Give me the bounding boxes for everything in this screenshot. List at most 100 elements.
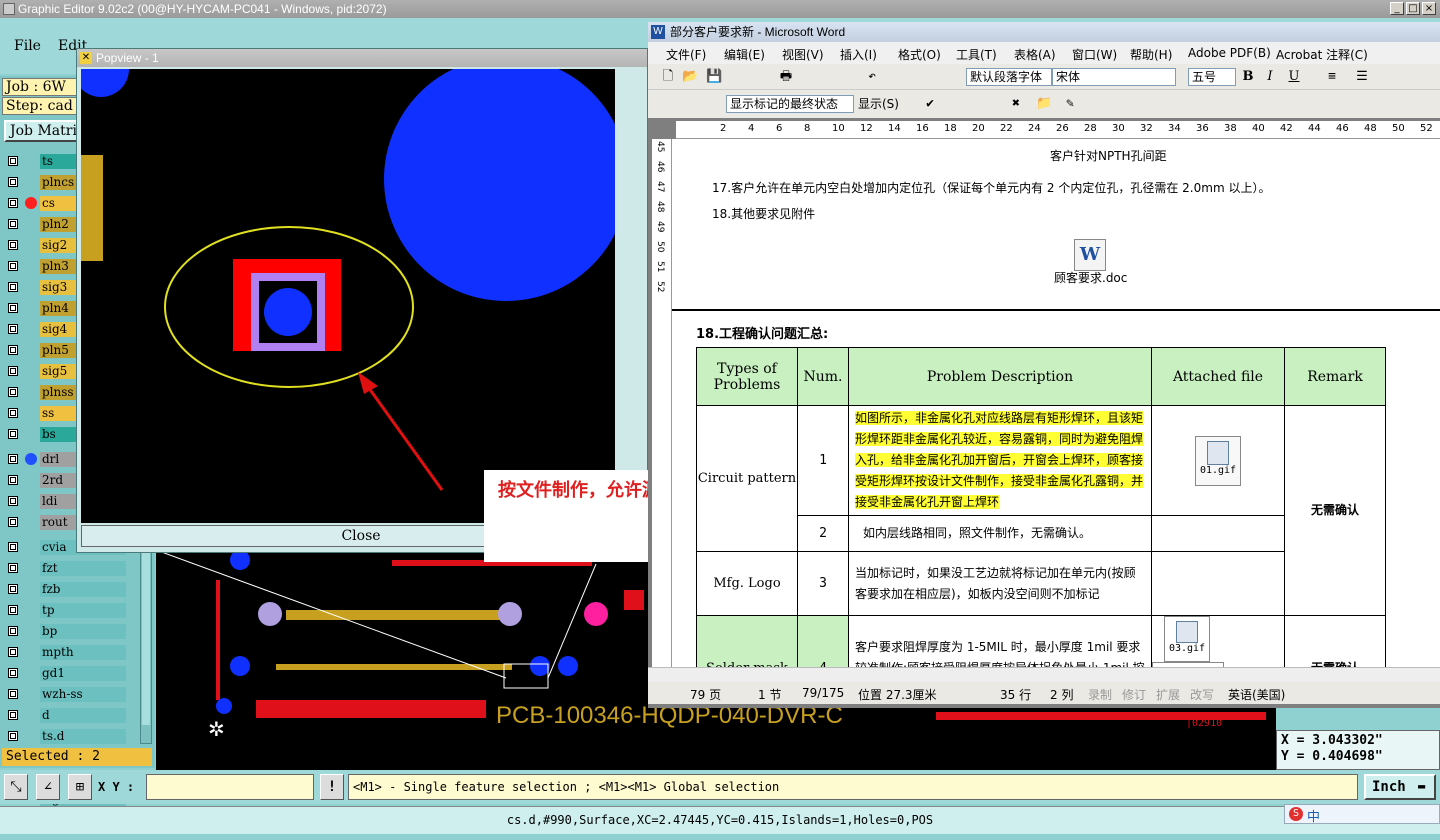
maximize-button[interactable]: □ (1406, 2, 1420, 15)
bold-icon[interactable]: B (1240, 69, 1256, 85)
layer-row-mpth[interactable]: mpth (6, 645, 126, 660)
word-menu-file[interactable]: 文件(F) (666, 46, 706, 63)
layer-name[interactable]: wzh-ss (40, 687, 126, 702)
layer-row-d[interactable]: d (6, 708, 126, 723)
layer-checkbox[interactable] (8, 324, 18, 334)
layer-checkbox[interactable] (8, 261, 18, 271)
layer-name[interactable]: fzt (40, 561, 126, 576)
layer-checkbox[interactable] (8, 496, 18, 506)
minimize-button[interactable]: _ (1390, 2, 1404, 15)
layer-row-bp[interactable]: bp (6, 624, 126, 639)
word-menu-insert[interactable]: 插入(I) (840, 46, 877, 63)
show-button[interactable]: 显示(S) (858, 95, 899, 112)
layer-checkbox[interactable] (8, 429, 18, 439)
horizontal-ruler[interactable]: 2 4 6 8 10 12 14 16 18 20 22 24 26 28 30 32 34 36 38 40 42 44… (676, 121, 1440, 139)
layer-checkbox[interactable] (8, 366, 18, 376)
word-menu-adobe-pdf[interactable]: Adobe PDF(B) (1188, 46, 1271, 60)
unit-select[interactable]: Inch ▬ (1364, 774, 1436, 800)
layer-name[interactable]: mpth (40, 645, 126, 660)
word-menu-table[interactable]: 表格(A) (1014, 46, 1056, 63)
layer-checkbox[interactable] (8, 542, 18, 552)
layer-checkbox[interactable] (8, 240, 18, 250)
save-icon[interactable]: 💾 (706, 69, 722, 85)
layer-name[interactable]: fzb (40, 582, 126, 597)
close-button[interactable]: × (1422, 2, 1436, 15)
layer-checkbox[interactable] (8, 219, 18, 229)
layer-checkbox[interactable] (8, 689, 18, 699)
word-hscroll[interactable] (648, 667, 1440, 682)
document-page[interactable]: 客户针对NPTH孔间距 17.客户允许在单元内空白处增加内定位孔（保证每个单元内… (672, 139, 1440, 667)
highlight-icon[interactable]: ✎ (1062, 96, 1078, 112)
table-cell-file[interactable]: 01.gif (1151, 405, 1285, 516)
layer-checkbox[interactable] (8, 156, 18, 166)
status-trk[interactable]: 修订 (1122, 686, 1146, 703)
gif-icon[interactable]: 03.gif (1164, 616, 1210, 662)
numbering-icon[interactable]: ☰ (1354, 69, 1370, 85)
word-menu-help[interactable]: 帮助(H) (1130, 46, 1172, 63)
layer-row-wzh-ss[interactable]: wzh-ss (6, 687, 126, 702)
word-menu-tools[interactable]: 工具(T) (956, 46, 997, 63)
italic-icon[interactable]: I (1262, 69, 1278, 85)
popview-canvas[interactable] (81, 69, 615, 523)
layer-checkbox[interactable] (8, 731, 18, 741)
accept-icon[interactable]: ✔ (922, 96, 938, 112)
word-doc-icon[interactable]: W (1074, 239, 1106, 271)
layer-name[interactable]: d (40, 708, 126, 723)
layer-checkbox[interactable] (8, 563, 18, 573)
measure-icon[interactable]: ∠ (36, 774, 60, 800)
layer-checkbox[interactable] (8, 626, 18, 636)
layer-checkbox[interactable] (8, 584, 18, 594)
xy-input[interactable] (146, 774, 314, 800)
layer-checkbox[interactable] (8, 475, 18, 485)
layer-checkbox[interactable] (8, 668, 18, 678)
layer-checkbox[interactable] (8, 647, 18, 657)
layer-checkbox[interactable] (8, 303, 18, 313)
folder-icon[interactable]: 📁 (1036, 96, 1052, 112)
layer-name[interactable]: bp (40, 624, 126, 639)
layer-row-tp[interactable]: tp (6, 603, 126, 618)
layer-row-gd1[interactable]: gd1 (6, 666, 126, 681)
new-icon[interactable]: 🗋 (660, 69, 676, 85)
layer-name[interactable]: gd1 (40, 666, 126, 681)
layer-checkbox[interactable] (8, 282, 18, 292)
style-combo[interactable]: 默认段落字体 (966, 68, 1052, 86)
align-icon[interactable]: ≡ (1324, 69, 1340, 85)
zoom-area-icon[interactable]: ⤡ (4, 774, 28, 800)
grid-icon[interactable]: ⊞ (68, 774, 92, 800)
undo-icon[interactable]: ↶ (864, 69, 880, 85)
layer-name[interactable]: ts.d (40, 729, 126, 744)
word-menu-view[interactable]: 视图(V) (782, 46, 824, 63)
layer-name[interactable]: tp (40, 603, 126, 618)
word-menu-format[interactable]: 格式(O) (898, 46, 941, 63)
layer-row-fzt[interactable]: fzt (6, 561, 126, 576)
status-ovr[interactable]: 改写 (1190, 686, 1214, 703)
track-changes-combo[interactable]: 显示标记的最终状态 (726, 95, 854, 113)
layer-row-ts.d[interactable]: ts.d (6, 729, 126, 744)
layer-checkbox[interactable] (8, 345, 18, 355)
layer-checkbox[interactable] (8, 198, 18, 208)
font-combo[interactable]: 宋体 (1052, 68, 1176, 86)
gif-icon[interactable]: 01.gif (1195, 435, 1241, 486)
table-cell-file[interactable]: 03.gif 包 (1151, 615, 1285, 667)
open-icon[interactable]: 📂 (682, 69, 698, 85)
popview-close-icon[interactable]: ✕ (80, 52, 92, 64)
alert-icon[interactable]: ! (320, 774, 344, 800)
layer-checkbox[interactable] (8, 177, 18, 187)
menu-file[interactable]: File (14, 38, 41, 54)
print-icon[interactable]: 🖶 (778, 69, 794, 85)
ime-tray[interactable]: S 中 (1284, 804, 1440, 825)
layer-checkbox[interactable] (8, 605, 18, 615)
reject-icon[interactable]: ✖ (1008, 96, 1024, 112)
word-menu-window[interactable]: 窗口(W) (1072, 46, 1117, 63)
size-combo[interactable]: 五号 (1188, 68, 1236, 86)
layer-checkbox[interactable] (8, 454, 18, 464)
layer-checkbox[interactable] (8, 517, 18, 527)
layer-checkbox[interactable] (8, 387, 18, 397)
status-rec[interactable]: 录制 (1088, 686, 1112, 703)
word-menu-acrobat[interactable]: Acrobat 注释(C) (1276, 46, 1368, 63)
status-ext[interactable]: 扩展 (1156, 686, 1180, 703)
word-menu-edit[interactable]: 编辑(E) (724, 46, 765, 63)
underline-icon[interactable]: U (1286, 69, 1302, 85)
popview-scrollbar[interactable] (617, 69, 643, 523)
layer-checkbox[interactable] (8, 710, 18, 720)
